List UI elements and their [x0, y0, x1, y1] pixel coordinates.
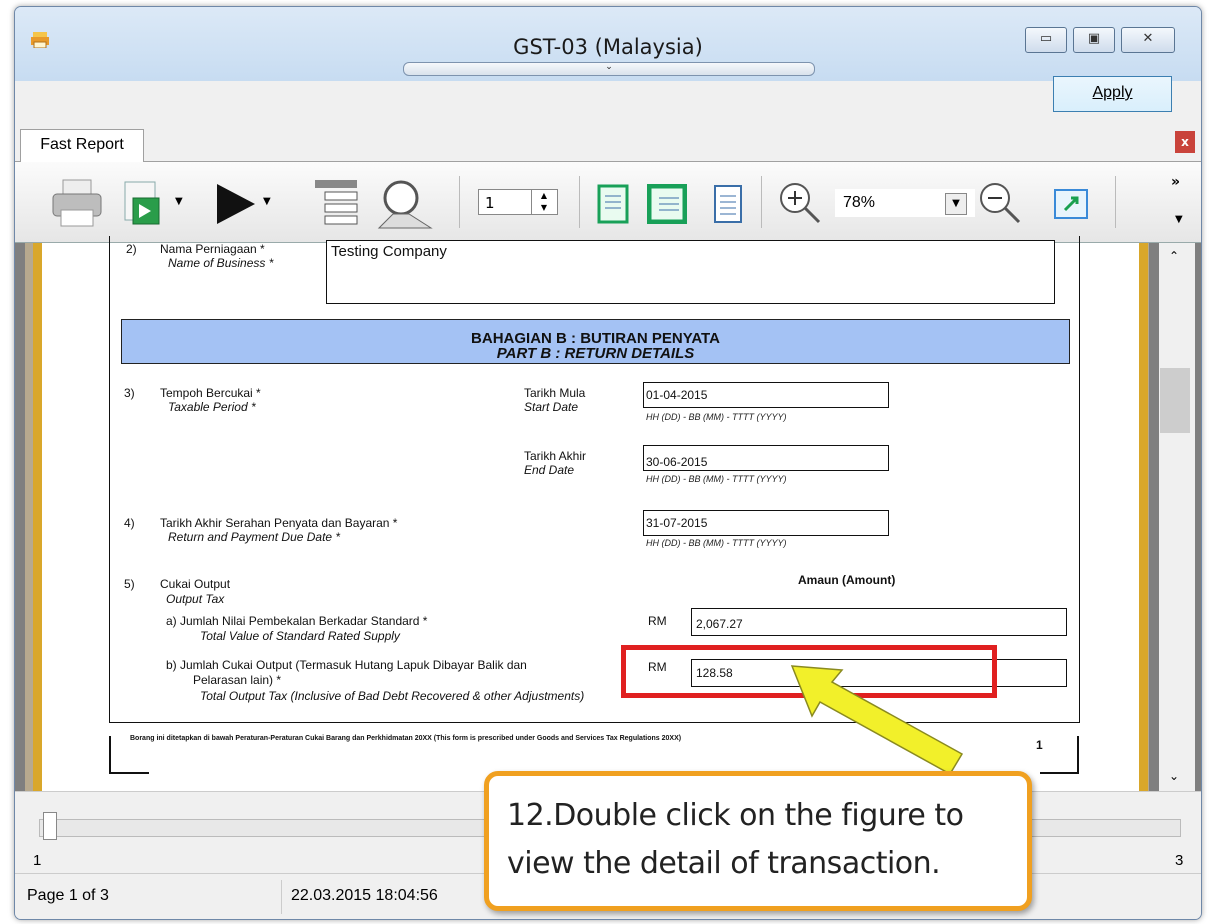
command-bar [15, 81, 1201, 125]
form-page-number: 1 [1036, 738, 1043, 752]
page-spinner[interactable]: ▲ ▼ [531, 190, 556, 214]
start-date-label: Tarikh Mula [524, 386, 586, 400]
minimize-button[interactable]: ▭ [1025, 27, 1067, 53]
title-bar[interactable]: GST-03 (Malaysia) ▭ ▣ ✕ ⌄ [15, 7, 1201, 81]
status-datetime: 22.03.2015 18:04:56 [291, 887, 438, 904]
standard-supply-value: 2,067.27 [696, 617, 743, 631]
start-date-label-en: Start Date [524, 400, 579, 414]
full-page-icon[interactable] [713, 184, 743, 224]
callout-line-2: view the detail of transaction. [507, 846, 941, 881]
end-date-hint: HH (DD) - BB (MM) - TTTT (YYYY) [646, 474, 787, 484]
end-date-label: Tarikh Akhir [524, 449, 587, 463]
callout-line-1: 12.Double click on the figure to [507, 798, 964, 833]
business-name-field[interactable]: Testing Company [326, 240, 1055, 304]
toolbar-overflow-icon[interactable]: » [1171, 174, 1180, 190]
item-5b-label: b) Jumlah Cukai Output (Termasuk Hutang … [166, 658, 527, 672]
item-2-label: Nama Perniagaan * [160, 242, 265, 256]
toolbar-overflow-down-icon[interactable]: ▼ [1175, 214, 1183, 225]
end-date-field[interactable]: 30-06-2015 [643, 445, 889, 471]
window-title: GST-03 (Malaysia) [513, 35, 703, 59]
export-dropdown-icon[interactable]: ▼ [175, 196, 183, 207]
due-date-hint: HH (DD) - BB (MM) - TTTT (YYYY) [646, 538, 787, 548]
maximize-button[interactable]: ▣ [1073, 27, 1115, 53]
tab-close-button[interactable]: x [1175, 131, 1195, 153]
tab-strip: Fast Report x [15, 125, 1201, 162]
standard-supply-field[interactable]: 2,067.27 [691, 608, 1067, 636]
one-page-icon[interactable] [597, 184, 629, 224]
pointer-arrow-icon [790, 665, 964, 776]
business-name-value: Testing Company [331, 243, 447, 260]
start-date-field[interactable]: 01-04-2015 [643, 382, 889, 408]
scroll-down-icon[interactable]: ⌄ [1169, 769, 1179, 783]
scroll-thumb[interactable] [1160, 368, 1190, 433]
start-date-hint: HH (DD) - BB (MM) - TTTT (YYYY) [646, 412, 787, 422]
report-toolbar: ▼ ▼ 1 ▲ ▼ 78% ▼ » ▼ [15, 162, 1201, 243]
form-footer-note: Borang ini ditetapkan di bawah Peraturan… [130, 735, 682, 742]
item-5-label: Cukai Output [160, 577, 231, 591]
due-date-field[interactable]: 31-07-2015 [643, 510, 889, 536]
zoom-in-icon[interactable] [777, 180, 823, 226]
item-4-label: Tarikh Akhir Serahan Penyata dan Bayaran… [160, 516, 398, 530]
item-5-number: 5) [124, 577, 135, 591]
instruction-callout: 12.Double click on the figure to view th… [484, 771, 1032, 911]
item-3-label: Tempoh Bercukai * [160, 386, 261, 400]
page-width-icon[interactable] [647, 184, 687, 224]
outline-icon[interactable] [311, 178, 363, 230]
tab-fast-report[interactable]: Fast Report [20, 129, 144, 162]
zoom-dropdown-icon[interactable]: ▼ [945, 193, 967, 215]
page-slider-thumb[interactable] [43, 812, 57, 840]
item-4-number: 4) [124, 516, 135, 530]
play-icon[interactable] [213, 182, 259, 226]
item-4-label-en: Return and Payment Due Date * [168, 530, 341, 544]
print-icon[interactable] [49, 178, 105, 230]
item-2-label-en: Name of Business * [168, 256, 274, 270]
play-dropdown-icon[interactable]: ▼ [263, 196, 271, 207]
item-3-number: 3) [124, 386, 135, 400]
zoom-out-icon[interactable] [977, 180, 1023, 226]
part-b-title-en: PART B : RETURN DETAILS [496, 345, 695, 362]
item-2-number: 2) [126, 242, 137, 256]
item-5a-currency: RM [648, 614, 667, 628]
end-date-value: 30-06-2015 [646, 455, 708, 469]
item-5b-label-2: Pelarasan lain) * [193, 673, 282, 687]
vertical-scrollbar[interactable]: ⌃ ⌄ [1159, 243, 1195, 791]
export-icon[interactable] [121, 180, 169, 230]
slider-min-label: 1 [33, 852, 42, 869]
part-b-header: BAHAGIAN B : BUTIRAN PENYATA PART B : RE… [121, 319, 1070, 364]
start-date-value: 01-04-2015 [646, 388, 708, 402]
apply-button[interactable]: Apply [1053, 76, 1172, 112]
item-5-label-en: Output Tax [166, 592, 225, 606]
due-date-value: 31-07-2015 [646, 516, 708, 530]
item-5b-label-en: Total Output Tax (Inclusive of Bad Debt … [200, 689, 585, 703]
item-5a-label: a) Jumlah Nilai Pembekalan Berkadar Stan… [166, 614, 428, 628]
status-page: Page 1 of 3 [27, 887, 109, 904]
collapse-grip[interactable]: ⌄ [403, 62, 815, 76]
item-5a-label-en: Total Value of Standard Rated Supply [200, 629, 400, 643]
scroll-up-icon[interactable]: ⌃ [1169, 249, 1179, 263]
design-report-icon[interactable] [1053, 188, 1089, 220]
slider-max-label: 3 [1175, 852, 1184, 869]
item-3-label-en: Taxable Period * [168, 400, 256, 414]
amount-header: Amaun (Amount) [798, 573, 896, 587]
search-icon[interactable] [375, 176, 435, 232]
close-button[interactable]: ✕ [1121, 27, 1175, 53]
end-date-label-en: End Date [524, 463, 575, 477]
